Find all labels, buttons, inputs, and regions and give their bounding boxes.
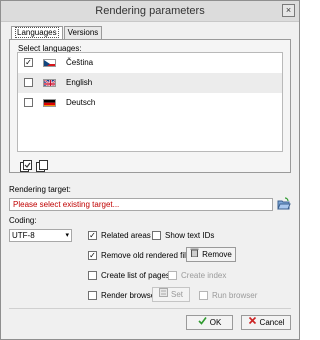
tab-strip: Languages Versions: [11, 26, 103, 40]
folder-open-icon[interactable]: [277, 197, 291, 211]
trash-icon: [190, 248, 199, 261]
coding-select[interactable]: UTF-8 ▾: [9, 229, 72, 242]
checkbox-english[interactable]: [24, 78, 33, 87]
related-areas-checkbox[interactable]: ✓: [88, 231, 97, 240]
create-list-label: Create list of pages: [101, 271, 170, 280]
ok-button[interactable]: OK: [186, 315, 233, 330]
tab-languages[interactable]: Languages: [11, 26, 63, 40]
language-label: Čeština: [66, 58, 94, 67]
language-label: Deutsch: [66, 98, 96, 107]
cancel-button[interactable]: Cancel: [241, 315, 291, 330]
ok-check-icon: [198, 316, 207, 329]
cz-flag-icon: [43, 59, 56, 67]
title-bar[interactable]: Rendering parameters ×: [1, 1, 299, 22]
remove-old-label: Remove old rendered files: [101, 251, 195, 260]
coding-value: UTF-8: [12, 231, 35, 240]
language-label: English: [66, 78, 93, 87]
run-browser-label: Run browser: [212, 291, 258, 300]
create-index-checkbox[interactable]: [168, 271, 177, 280]
related-areas-label: Related areas: [101, 231, 151, 240]
checkbox-deutsch[interactable]: [24, 98, 33, 107]
render-browser-label: Render browser: [101, 291, 158, 300]
ok-button-label: OK: [209, 318, 222, 327]
de-flag-icon: [43, 99, 56, 107]
tab-languages-label: Languages: [15, 27, 59, 38]
cancel-button-label: Cancel: [259, 318, 285, 327]
remove-button[interactable]: Remove: [186, 247, 236, 262]
dialog-window: Rendering parameters × Languages Version…: [0, 0, 300, 340]
tab-versions-label: Versions: [67, 28, 99, 37]
chevron-down-icon: ▾: [65, 232, 69, 239]
show-text-ids-label: Show text IDs: [165, 231, 215, 240]
show-text-ids-checkbox[interactable]: [152, 231, 161, 240]
cancel-x-icon: [248, 316, 257, 329]
create-index-label: Create index: [181, 271, 227, 280]
footer-divider: [9, 308, 291, 309]
gb-flag-icon: [43, 79, 56, 87]
list-item[interactable]: ✓ Čeština: [18, 53, 282, 73]
copy-icon[interactable]: [36, 160, 48, 172]
languages-panel: Select languages: ✓ Čeština English Deut…: [9, 39, 291, 173]
remove-old-checkbox[interactable]: ✓: [88, 251, 97, 260]
rendering-target-input[interactable]: Please select existing target...: [9, 198, 273, 211]
list-item[interactable]: English: [18, 73, 282, 93]
close-button[interactable]: ×: [282, 4, 295, 17]
run-browser-checkbox[interactable]: [199, 291, 208, 300]
coding-label: Coding:: [9, 216, 37, 225]
remove-button-label: Remove: [202, 250, 232, 259]
create-list-checkbox[interactable]: [88, 271, 97, 280]
languages-list[interactable]: ✓ Čeština English Deutsch: [17, 52, 283, 152]
window-title: Rendering parameters: [95, 5, 205, 17]
checkbox-cestina[interactable]: ✓: [24, 58, 33, 67]
set-button-label: Set: [170, 290, 183, 299]
settings-icon: [158, 288, 168, 301]
render-browser-checkbox[interactable]: [88, 291, 97, 300]
select-all-icon[interactable]: [20, 160, 32, 172]
list-item[interactable]: Deutsch: [18, 93, 282, 113]
set-button[interactable]: Set: [152, 287, 190, 302]
rendering-target-label: Rendering target:: [9, 185, 71, 194]
tab-versions[interactable]: Versions: [63, 26, 103, 39]
